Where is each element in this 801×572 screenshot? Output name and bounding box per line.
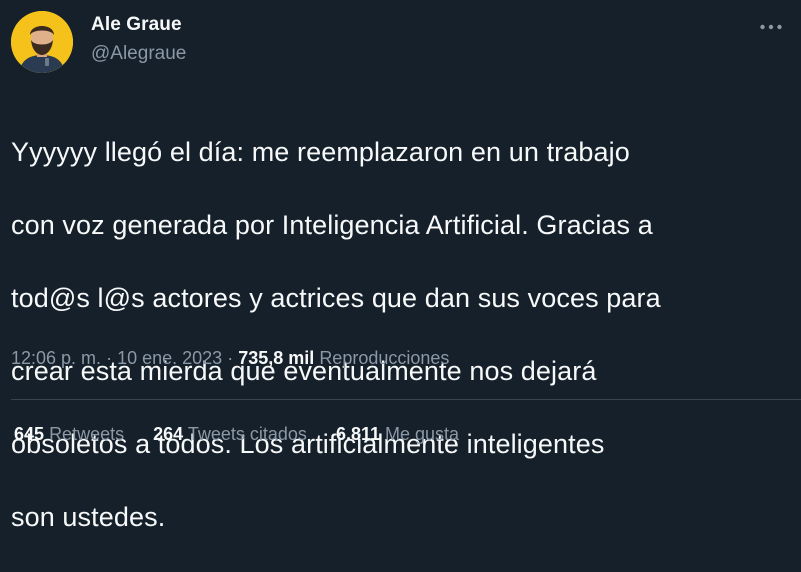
tweet-text-line: Yyyyyy llegó el día: me reemplazaron en … xyxy=(11,136,630,167)
tweet-card: Ale Graue @Alegraue Yyyyyy llegó el día:… xyxy=(0,0,801,532)
avatar-image xyxy=(11,11,73,73)
author-handle[interactable]: @Alegraue xyxy=(91,43,186,65)
meta-separator: · xyxy=(106,348,113,368)
views-count: 735,8 mil xyxy=(238,348,315,368)
quote-tweets-stat[interactable]: 264 Tweets citados xyxy=(153,424,307,445)
tweet-text: Yyyyyy llegó el día: me reemplazaron en … xyxy=(11,97,781,572)
likes-stat[interactable]: 6.811 Me gusta xyxy=(336,424,459,445)
retweets-label: Retweets xyxy=(49,424,125,444)
views-label: Reproducciones xyxy=(319,348,450,368)
quotes-label: Tweets citados xyxy=(187,424,307,444)
tweet-meta: 12:06 p. m. · 10 ene. 2023 · 735,8 mil R… xyxy=(11,348,449,369)
tweet-time[interactable]: 12:06 p. m. xyxy=(11,348,101,368)
divider xyxy=(11,399,801,400)
tweet-text-line: tod@s l@s actores y actrices que dan sus… xyxy=(11,282,661,313)
more-options-button[interactable] xyxy=(756,14,786,40)
engagement-stats: 645 Retweets 264 Tweets citados 6.811 Me… xyxy=(14,424,483,445)
meta-separator: · xyxy=(227,348,234,368)
more-horizontal-icon xyxy=(760,24,782,30)
likes-label: Me gusta xyxy=(385,424,460,444)
retweets-count: 645 xyxy=(14,424,45,444)
avatar[interactable] xyxy=(11,11,73,73)
likes-count: 6.811 xyxy=(335,424,380,444)
retweets-stat[interactable]: 645 Retweets xyxy=(14,424,124,445)
author-name[interactable]: Ale Graue xyxy=(91,14,182,36)
tweet-text-line: son ustedes. xyxy=(11,501,166,532)
tweet-date[interactable]: 10 ene. 2023 xyxy=(117,348,222,368)
quotes-count: 264 xyxy=(153,424,184,444)
tweet-text-line: con voz generada por Inteligencia Artifi… xyxy=(11,209,653,240)
